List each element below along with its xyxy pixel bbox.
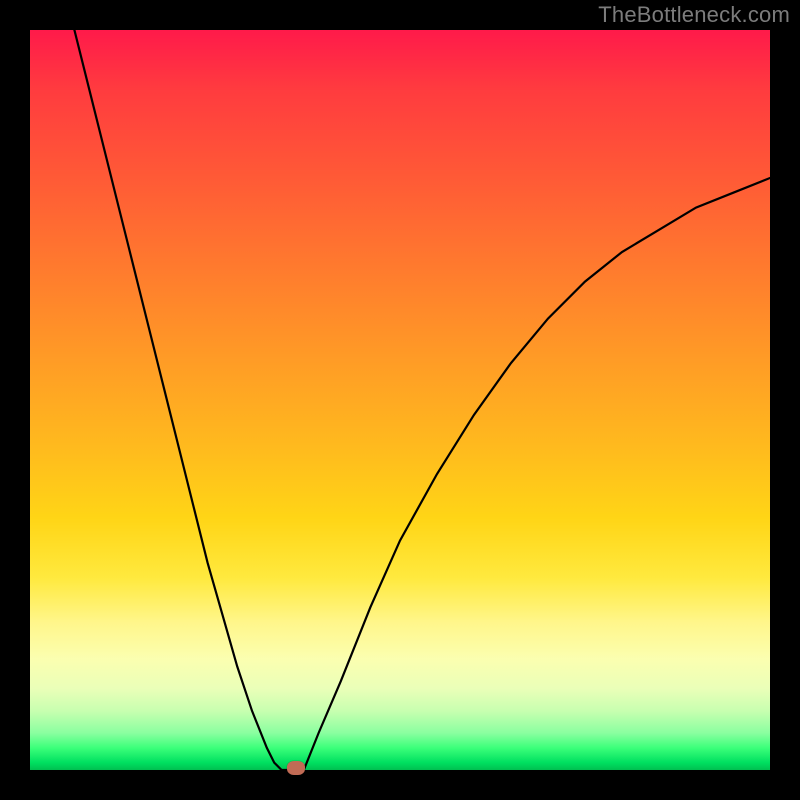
curve-layer	[30, 30, 770, 770]
chart-frame: TheBottleneck.com	[0, 0, 800, 800]
watermark-text: TheBottleneck.com	[598, 2, 790, 28]
bottleneck-curve-right	[304, 178, 770, 770]
plot-area	[30, 30, 770, 770]
bottleneck-curve-left	[74, 30, 281, 770]
optimal-point-marker	[287, 761, 305, 775]
